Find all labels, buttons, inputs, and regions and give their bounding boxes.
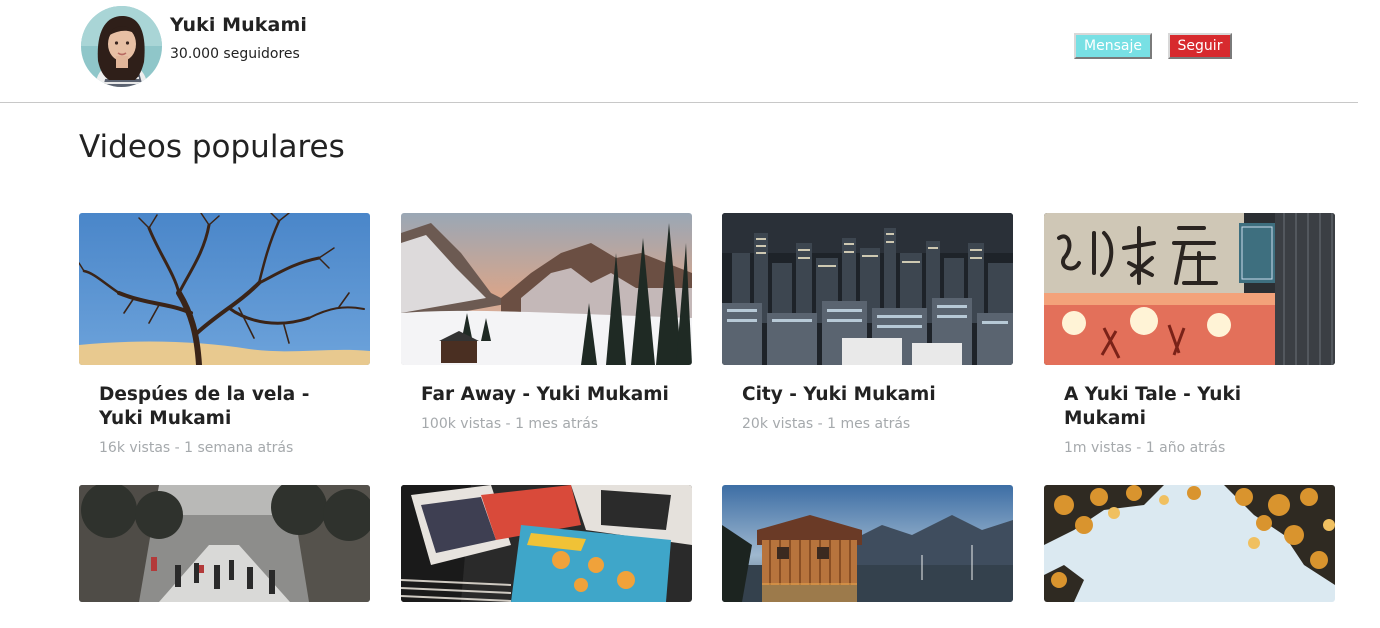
video-meta: 1m vistas - 1 año atrás (1064, 440, 1226, 456)
follower-count: 30.000 seguidores (170, 46, 300, 62)
video-card[interactable] (722, 485, 1013, 602)
video-thumbnail[interactable] (722, 485, 1013, 602)
video-thumbnail[interactable] (79, 213, 370, 365)
video-card[interactable]: Despúes de la vela - Yuki Mukami 16k vis… (79, 213, 370, 456)
follow-button[interactable]: Seguir (1168, 33, 1232, 59)
video-title[interactable]: Far Away - Yuki Mukami (421, 383, 672, 407)
video-thumbnail[interactable] (79, 485, 370, 602)
video-card[interactable]: City - Yuki Mukami 20k vistas - 1 mes at… (722, 213, 1013, 432)
video-thumbnail[interactable] (401, 213, 692, 365)
video-meta: 16k vistas - 1 semana atrás (99, 440, 294, 456)
video-title[interactable]: A Yuki Tale - Yuki Mukami (1064, 383, 1315, 431)
avatar[interactable] (81, 6, 162, 87)
video-card[interactable] (401, 485, 692, 602)
video-thumbnail[interactable] (1044, 213, 1335, 365)
video-thumbnail[interactable] (722, 213, 1013, 365)
video-card[interactable] (1044, 485, 1335, 602)
video-title[interactable]: Despúes de la vela - Yuki Mukami (99, 383, 350, 431)
section-title: Videos populares (79, 129, 345, 165)
video-card[interactable] (79, 485, 370, 602)
message-button[interactable]: Mensaje (1074, 33, 1152, 59)
video-card[interactable]: Far Away - Yuki Mukami 100k vistas - 1 m… (401, 213, 692, 432)
video-title[interactable]: City - Yuki Mukami (742, 383, 993, 407)
video-meta: 100k vistas - 1 mes atrás (421, 416, 599, 432)
video-thumbnail[interactable] (1044, 485, 1335, 602)
video-thumbnail[interactable] (401, 485, 692, 602)
video-card[interactable]: A Yuki Tale - Yuki Mukami 1m vistas - 1 … (1044, 213, 1335, 456)
video-meta: 20k vistas - 1 mes atrás (742, 416, 911, 432)
profile-name: Yuki Mukami (170, 14, 307, 36)
profile-header: Yuki Mukami 30.000 seguidores Mensaje Se… (0, 0, 1358, 103)
